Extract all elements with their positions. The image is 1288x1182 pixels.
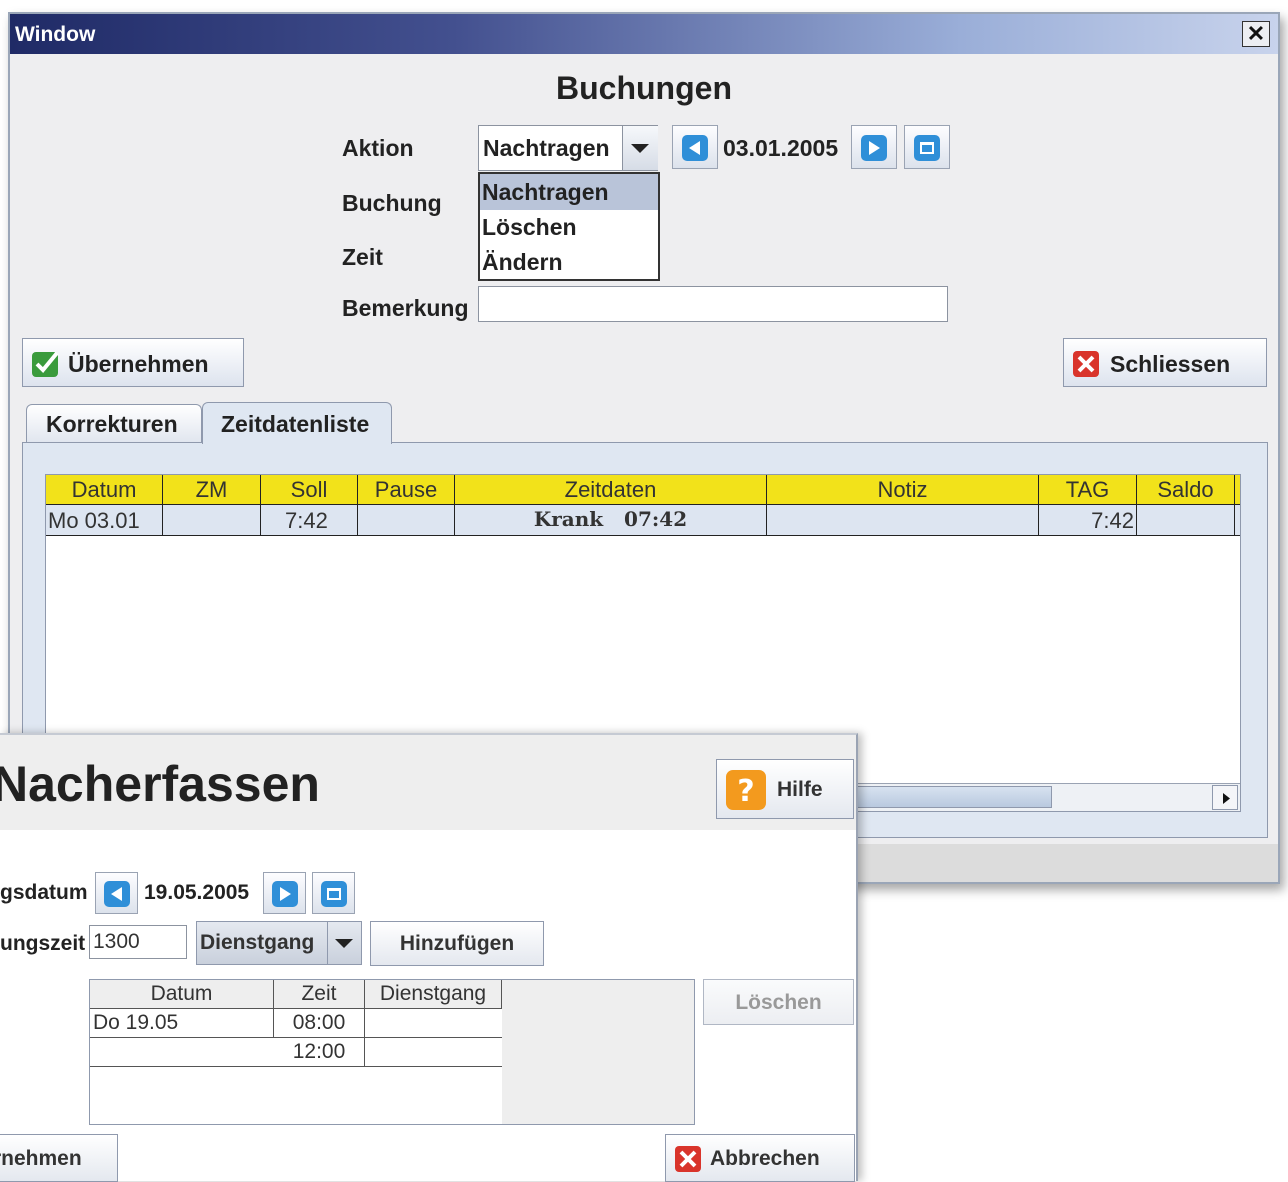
date-display: 03.01.2005 [723,135,839,161]
dropdown-item-nachtragen[interactable]: Nachtragen [480,174,658,210]
tab-korrekturen[interactable]: Korrekturen [26,404,202,442]
apply-button[interactable]: Übernehmen [22,338,244,387]
title-bar[interactable]: Window ✕ [10,14,1278,54]
column-header-zeit[interactable]: Zeit [274,980,365,1008]
close-window-button[interactable]: ✕ [1242,21,1270,47]
type-select[interactable]: Dienstgang [196,921,362,965]
column-header-pause[interactable]: Pause [358,475,455,505]
prev-date-button[interactable] [672,125,718,169]
dialog-header: Nacherfassen ? Hilfe [0,735,856,830]
column-header-zm[interactable]: ZM [163,475,261,505]
calendar-button[interactable] [904,125,950,169]
scrollbar-thumb[interactable] [856,786,1052,808]
close-button-label: Schliessen [1110,351,1231,377]
close-button[interactable]: Schliessen [1063,338,1267,387]
calendar-icon [914,135,940,161]
entries-table: Datum Zeit Dienstgang Do 19.05 08:00 12:… [89,979,695,1125]
cell-datum: Do 19.05 [90,1009,274,1037]
bemerkung-input[interactable] [478,286,948,322]
cancel-button-label: Abbrechen [710,1147,820,1170]
close-icon [675,1146,701,1172]
cell-soll: 7:42 [261,505,358,536]
table-header: Datum Zeit Dienstgang [90,980,502,1009]
chevron-down-icon[interactable] [622,126,658,170]
svg-text:?: ? [737,774,754,809]
zeit-label: Zeit [342,244,383,270]
zeit-label: ungszeit [0,932,86,955]
buchung-label: Buchung [342,190,442,216]
column-header-dienstgang[interactable]: Dienstgang [365,980,502,1008]
column-header-datum[interactable]: Datum [90,980,274,1008]
table-header: Datum ZM Soll Pause Zeitdaten Notiz TAG … [46,475,1240,505]
apply-button[interactable]: rnehmen [0,1134,118,1182]
cell-zm [163,505,261,536]
scroll-right-arrow-icon[interactable] [1212,785,1238,810]
cell-notiz [767,505,1039,536]
cell-zeit: 08:00 [274,1009,365,1037]
date-display: 19.05.2005 [144,881,250,904]
cell-zeit: 12:00 [274,1038,365,1066]
column-header-tag[interactable]: TAG [1039,475,1137,505]
aktion-select[interactable]: Nachtragen [478,125,658,171]
aktion-label: Aktion [342,135,414,161]
column-header-zeitdaten[interactable]: Zeitdaten [455,475,767,505]
cell-tag: 7:42 [1039,505,1137,536]
cell-datum: Mo 03.01 [46,505,163,536]
aktion-select-value: Nachtragen [483,135,610,161]
cell-saldo [1137,505,1235,536]
help-button[interactable]: ? Hilfe [716,759,854,819]
dropdown-item-loeschen[interactable]: Löschen [480,210,658,245]
arrow-right-icon [272,881,298,907]
arrow-left-icon [104,881,130,907]
calendar-icon [321,881,347,907]
datum-label: gsdatum [0,881,88,904]
delete-button[interactable]: Löschen [703,979,854,1025]
time-input[interactable]: 1300 [89,925,187,959]
calendar-button[interactable] [312,872,355,914]
cancel-button[interactable]: Abbrechen [665,1134,855,1182]
close-icon [1073,351,1099,377]
nacherfassen-dialog: Nacherfassen ? Hilfe gsdatum ungszeit 19… [0,733,858,1182]
chevron-down-icon[interactable] [327,922,361,964]
dialog-title: Nacherfassen [0,756,320,812]
arrow-left-icon [682,135,708,161]
page-title: Buchungen [556,70,732,106]
window-title: Window [15,23,96,46]
next-date-button[interactable] [851,125,897,169]
aktion-dropdown-list: Nachtragen Löschen Ändern [478,172,660,281]
help-button-label: Hilfe [777,778,823,801]
arrow-right-icon [861,135,887,161]
column-header-soll[interactable]: Soll [261,475,358,505]
help-icon: ? [726,770,766,810]
bemerkung-label: Bemerkung [342,295,469,321]
cell-pause [358,505,455,536]
tab-zeitdatenliste[interactable]: Zeitdatenliste [202,402,392,444]
column-header-saldo[interactable]: Saldo [1137,475,1235,505]
dropdown-item-aendern[interactable]: Ändern [480,245,658,280]
horizontal-scrollbar[interactable] [856,783,1240,811]
type-select-value: Dienstgang [200,931,315,954]
next-date-button[interactable] [263,872,306,914]
checkmark-icon [32,351,59,377]
apply-button-label: Übernehmen [68,351,209,377]
prev-date-button[interactable] [95,872,138,914]
column-header-notiz[interactable]: Notiz [767,475,1039,505]
cell-zeitdaten: Krank 07:42 [455,505,767,536]
column-header-datum[interactable]: Datum [46,475,163,505]
add-button[interactable]: Hinzufügen [370,921,544,966]
